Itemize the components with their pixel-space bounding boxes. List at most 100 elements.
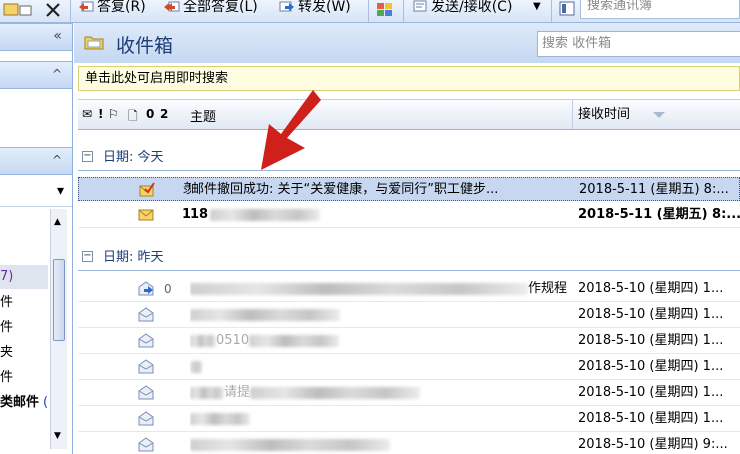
forward-button[interactable]: 转发(W) xyxy=(279,0,351,20)
nav-folder-item[interactable]: 件 xyxy=(0,316,48,340)
redacted-text xyxy=(190,412,250,425)
group-header-yesterday[interactable]: − 日期: 昨天 xyxy=(78,246,740,271)
table-row[interactable]: 请提 2018-5-10 (星期四) 1... xyxy=(78,381,740,406)
send-receive-button[interactable]: 发送/接收(C) xyxy=(412,0,512,20)
chevron-up-icon[interactable]: ^ xyxy=(52,67,62,81)
message-subject: 请提 xyxy=(190,381,568,405)
collapse-group-icon[interactable]: − xyxy=(82,151,93,162)
redacted-text xyxy=(250,386,421,399)
nav-folder-item[interactable]: 件 xyxy=(0,291,48,315)
navigation-pane: « ^ ^ ▾ 7) 件 件 夹 件 类邮件(: ▲ ▼ xyxy=(0,23,73,454)
scroll-down-icon[interactable]: ▼ xyxy=(54,431,61,441)
collapse-group-icon[interactable]: − xyxy=(82,251,93,262)
table-row[interactable]: 1 18 2018-5-11 (星期五) 8:... xyxy=(78,203,740,228)
mail-folders-header: ^ xyxy=(0,147,72,175)
inbox-search-input[interactable]: 搜索 收件箱 xyxy=(537,31,740,57)
new-item-icon[interactable] xyxy=(2,0,38,20)
toolbar: 答复(R) 全部答复(L) 转发(W) 发送/接收(C) ▼ 搜索通讯簿 xyxy=(0,0,740,23)
nav-folder-inbox[interactable]: 7) xyxy=(0,265,48,289)
message-received: 2018-5-11 (星期五) 8:... xyxy=(579,182,729,197)
message-received: 2018-5-10 (星期四) 9:... xyxy=(578,437,728,452)
forward-icon xyxy=(279,1,294,12)
redacted-text xyxy=(190,308,340,321)
column-received-label: 接收时间 xyxy=(578,107,631,122)
reply-all-button[interactable]: 全部答复(L) xyxy=(164,0,258,20)
envelope-open-icon xyxy=(138,437,154,452)
reply-button[interactable]: 答复(R) xyxy=(78,0,146,20)
document-icon[interactable]: 🗋 xyxy=(128,107,138,128)
envelope-open-icon xyxy=(138,307,154,322)
envelope-open-icon xyxy=(138,411,154,426)
reminder-icon[interactable]: ⚐ xyxy=(108,107,119,121)
nav-folder-item[interactable]: 夹 xyxy=(0,341,48,365)
address-book-icon[interactable] xyxy=(557,0,577,20)
envelope-open-icon xyxy=(138,385,154,400)
importance-icon[interactable]: ! xyxy=(98,107,103,121)
recall-success-icon xyxy=(139,182,155,197)
column-header-row: ✉ ! ⚐ 🗋 0 2 主题 接收时间 xyxy=(78,99,740,130)
table-row[interactable]: 羡 邮件撤回成功: 关于“关爱健康，与爱同行”职工健步... 2018-5-11… xyxy=(78,177,740,201)
group-header-today[interactable]: − 日期: 今天 xyxy=(78,146,740,171)
message-subject-text: 0510 xyxy=(216,333,250,348)
favorites-header: ^ xyxy=(0,61,72,89)
message-subject xyxy=(190,433,568,454)
inbox-header: 收件箱 搜索 收件箱 xyxy=(74,23,740,63)
table-row[interactable]: 0 作规程... 2018-5-10 (星期四) 1... xyxy=(78,277,740,302)
table-row[interactable]: 2018-5-10 (星期四) 1... xyxy=(78,355,740,380)
column-received[interactable]: 接收时间 xyxy=(572,100,740,129)
message-subject: 邮件撤回成功: 关于“关爱健康，与爱同行”职工健步... xyxy=(191,182,499,197)
reply-all-label: 全部答复(L) xyxy=(183,0,258,15)
nav-scrollbar[interactable]: ▲ ▼ xyxy=(50,209,67,449)
chevron-down-icon: ▾ xyxy=(56,183,64,199)
delete-icon[interactable] xyxy=(44,0,64,20)
importance-envelope-icon[interactable]: ✉ xyxy=(82,107,92,121)
table-row[interactable]: 2018-5-10 (星期四) 1... xyxy=(78,407,740,432)
send-receive-label: 发送/接收(C) xyxy=(431,0,513,15)
folder-icon xyxy=(84,36,104,50)
instant-search-bar[interactable]: 单击此处可启用即时搜索 xyxy=(78,66,740,91)
reply-icon xyxy=(79,1,94,12)
message-subject xyxy=(190,407,568,431)
table-row[interactable]: 0510 2018-5-10 (星期四) 1... xyxy=(78,329,740,354)
message-received: 2018-5-10 (星期四) 1... xyxy=(578,359,724,374)
message-subject: 作规程... xyxy=(190,277,568,301)
collapse-nav-button[interactable]: « xyxy=(53,28,62,44)
message-subject xyxy=(190,303,568,327)
envelope-unread-icon xyxy=(138,209,154,221)
message-from: 羡 xyxy=(183,182,191,197)
message-subject: 18 xyxy=(190,203,568,227)
attachment-column-icon[interactable]: 0 xyxy=(146,107,154,121)
nav-scroll-thumb[interactable] xyxy=(53,259,65,341)
send-receive-dropdown-icon[interactable]: ▼ xyxy=(533,0,541,20)
message-received: 2018-5-10 (星期四) 1... xyxy=(578,307,724,322)
red-arrow-annotation xyxy=(261,90,321,170)
attachment-icon: 0 xyxy=(164,282,172,296)
message-received: 2018-5-10 (星期四) 1... xyxy=(578,333,724,348)
table-row[interactable]: 2018-5-10 (星期四) 1... xyxy=(78,303,740,328)
table-row[interactable]: 2018-5-10 (星期四) 9:... xyxy=(78,433,740,454)
from-column-icon[interactable]: 2 xyxy=(160,107,168,121)
redacted-text xyxy=(190,334,216,347)
nav-folder-junk[interactable]: 类邮件(: xyxy=(0,391,48,415)
redacted-text xyxy=(190,438,390,451)
categorize-icon[interactable] xyxy=(375,0,395,20)
message-received: 2018-5-10 (星期四) 1... xyxy=(578,281,724,296)
envelope-open-icon xyxy=(138,359,154,374)
scroll-up-icon[interactable]: ▲ xyxy=(54,217,61,227)
message-subject-text: 请提 xyxy=(224,385,251,400)
folder-view-selector[interactable]: ▾ xyxy=(0,180,72,207)
forward-label: 转发(W) xyxy=(298,0,351,15)
nav-header: « xyxy=(0,23,72,51)
nav-folder-item[interactable]: 件 xyxy=(0,366,48,390)
message-subject xyxy=(190,355,568,379)
forwarded-icon xyxy=(138,281,154,296)
group-label: 日期: 今天 xyxy=(103,150,164,165)
message-subject-text: 18 xyxy=(190,207,209,222)
message-subject: 0510 xyxy=(190,329,568,353)
column-subject[interactable]: 主题 xyxy=(190,106,216,125)
message-subject-text: 作规程... xyxy=(528,281,568,296)
chevron-up-icon[interactable]: ^ xyxy=(52,153,62,167)
reply-all-icon xyxy=(164,1,180,12)
address-book-search-input[interactable]: 搜索通讯簿 xyxy=(580,0,740,19)
redacted-text xyxy=(249,334,340,347)
